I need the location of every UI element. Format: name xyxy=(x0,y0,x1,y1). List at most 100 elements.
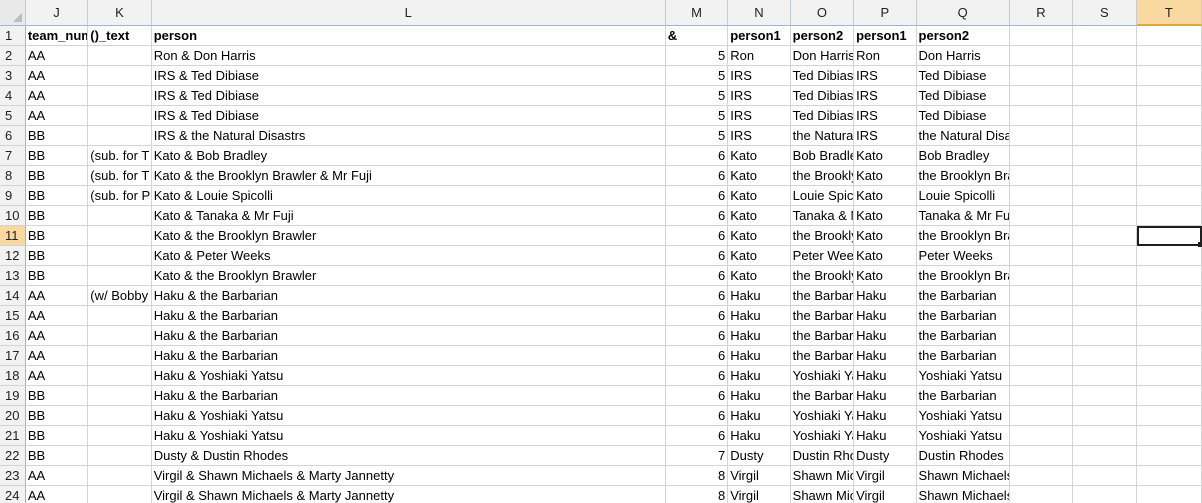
cell-o[interactable]: the Barbarian xyxy=(790,326,855,346)
cell-q[interactable]: Ted Dibiase xyxy=(916,106,1010,126)
cell-m[interactable]: 6 xyxy=(665,406,729,426)
cell-j[interactable]: BB xyxy=(25,146,89,166)
cell-s[interactable] xyxy=(1073,286,1137,306)
cell-r[interactable] xyxy=(1009,86,1074,106)
cell-n[interactable]: Dusty xyxy=(728,446,791,466)
row-header[interactable]: 4 xyxy=(0,86,26,106)
cell-q[interactable]: the Brooklyn Brawler xyxy=(916,226,1010,246)
cell-n[interactable]: person1 xyxy=(728,26,791,46)
row-header[interactable]: 10 xyxy=(0,206,26,226)
cell-j[interactable]: AA xyxy=(25,486,89,503)
column-header-t[interactable]: T xyxy=(1136,0,1202,26)
cell-n[interactable]: Haku xyxy=(728,286,791,306)
cell-k[interactable]: (sub. for P xyxy=(88,186,152,206)
row-header[interactable]: 11 xyxy=(0,226,26,246)
cell-p[interactable]: IRS xyxy=(854,126,917,146)
cell-m[interactable]: 6 xyxy=(665,186,729,206)
cell-l[interactable]: Haku & Yoshiaki Yatsu xyxy=(151,426,666,446)
cell-j[interactable]: BB xyxy=(25,206,89,226)
cell-q[interactable]: Don Harris xyxy=(916,46,1010,66)
cell-l[interactable]: Kato & the Brooklyn Brawler xyxy=(151,226,666,246)
cell-p[interactable]: Virgil xyxy=(854,486,917,503)
column-header-o[interactable]: O xyxy=(790,0,855,26)
cell-t[interactable] xyxy=(1136,86,1202,106)
cell-s[interactable] xyxy=(1073,166,1137,186)
fill-handle[interactable] xyxy=(1197,242,1202,247)
cell-r[interactable] xyxy=(1009,306,1074,326)
cell-m[interactable]: 6 xyxy=(665,306,729,326)
cell-l[interactable]: Haku & the Barbarian xyxy=(151,346,666,366)
cell-s[interactable] xyxy=(1073,446,1137,466)
cell-o[interactable]: Louie Spicolli xyxy=(790,186,855,206)
row-header[interactable]: 12 xyxy=(0,246,26,266)
cell-j[interactable]: BB xyxy=(25,446,89,466)
cell-l[interactable]: person xyxy=(151,26,666,46)
cell-n[interactable]: Haku xyxy=(728,326,791,346)
cell-j[interactable]: AA xyxy=(25,46,89,66)
cell-j[interactable]: AA xyxy=(25,106,89,126)
cell-n[interactable]: IRS xyxy=(728,126,791,146)
cell-q[interactable]: the Brooklyn Brawler & Mr Fuji xyxy=(916,166,1010,186)
cell-p[interactable]: Haku xyxy=(854,286,917,306)
cell-l[interactable]: Haku & Yoshiaki Yatsu xyxy=(151,406,666,426)
cell-t[interactable] xyxy=(1136,186,1202,206)
cell-n[interactable]: Haku xyxy=(728,426,791,446)
cell-o[interactable]: Ted Dibiase xyxy=(790,66,855,86)
cell-j[interactable]: AA xyxy=(25,466,89,486)
cell-l[interactable]: Ron & Don Harris xyxy=(151,46,666,66)
cell-p[interactable]: Haku xyxy=(854,426,917,446)
cell-r[interactable] xyxy=(1009,226,1074,246)
cell-j[interactable]: BB xyxy=(25,186,89,206)
cell-k[interactable]: (w/ Bobby xyxy=(88,286,152,306)
cell-j[interactable]: AA xyxy=(25,66,89,86)
cell-t[interactable] xyxy=(1136,106,1202,126)
cell-t[interactable] xyxy=(1136,286,1202,306)
cell-s[interactable] xyxy=(1073,306,1137,326)
column-header-r[interactable]: R xyxy=(1009,0,1074,26)
row-header[interactable]: 16 xyxy=(0,326,26,346)
cell-s[interactable] xyxy=(1073,366,1137,386)
cell-q[interactable]: Yoshiaki Yatsu xyxy=(916,406,1010,426)
cell-m[interactable]: 8 xyxy=(665,466,729,486)
cell-o[interactable]: Yoshiaki Yatsu xyxy=(790,426,855,446)
cell-s[interactable] xyxy=(1073,26,1137,46)
cell-s[interactable] xyxy=(1073,66,1137,86)
cell-m[interactable]: 5 xyxy=(665,86,729,106)
row-header[interactable]: 1 xyxy=(0,26,26,46)
cell-n[interactable]: Kato xyxy=(728,186,791,206)
column-header-p[interactable]: P xyxy=(854,0,917,26)
cell-p[interactable]: Ron xyxy=(854,46,917,66)
cell-r[interactable] xyxy=(1009,286,1074,306)
row-header[interactable]: 5 xyxy=(0,106,26,126)
cell-m[interactable]: 5 xyxy=(665,106,729,126)
cell-l[interactable]: Virgil & Shawn Michaels & Marty Jannetty xyxy=(151,466,666,486)
cell-l[interactable]: Virgil & Shawn Michaels & Marty Jannetty xyxy=(151,486,666,503)
cell-n[interactable]: Kato xyxy=(728,266,791,286)
row-header[interactable]: 9 xyxy=(0,186,26,206)
cell-r[interactable] xyxy=(1009,146,1074,166)
cell-k[interactable] xyxy=(88,46,152,66)
cell-l[interactable]: Kato & Tanaka & Mr Fuji xyxy=(151,206,666,226)
cell-q[interactable]: Shawn Michaels & Marty Jannetty xyxy=(916,486,1010,503)
cell-t[interactable] xyxy=(1136,346,1202,366)
cell-k[interactable]: ()_text xyxy=(88,26,152,46)
cell-j[interactable]: AA xyxy=(25,306,89,326)
row-header[interactable]: 7 xyxy=(0,146,26,166)
cell-q[interactable]: Yoshiaki Yatsu xyxy=(916,366,1010,386)
cell-l[interactable]: Kato & the Brooklyn Brawler & Mr Fuji xyxy=(151,166,666,186)
cell-n[interactable]: Kato xyxy=(728,146,791,166)
cell-j[interactable]: BB xyxy=(25,426,89,446)
cell-r[interactable] xyxy=(1009,106,1074,126)
column-header-n[interactable]: N xyxy=(728,0,791,26)
cell-s[interactable] xyxy=(1073,406,1137,426)
cell-n[interactable]: IRS xyxy=(728,86,791,106)
cell-r[interactable] xyxy=(1009,326,1074,346)
cell-j[interactable]: BB xyxy=(25,126,89,146)
row-header[interactable]: 22 xyxy=(0,446,26,466)
cell-p[interactable]: Haku xyxy=(854,326,917,346)
cell-j[interactable]: AA xyxy=(25,366,89,386)
cell-s[interactable] xyxy=(1073,266,1137,286)
row-header[interactable]: 20 xyxy=(0,406,26,426)
cell-o[interactable]: Don Harris xyxy=(790,46,855,66)
column-header-j[interactable]: J xyxy=(25,0,89,26)
